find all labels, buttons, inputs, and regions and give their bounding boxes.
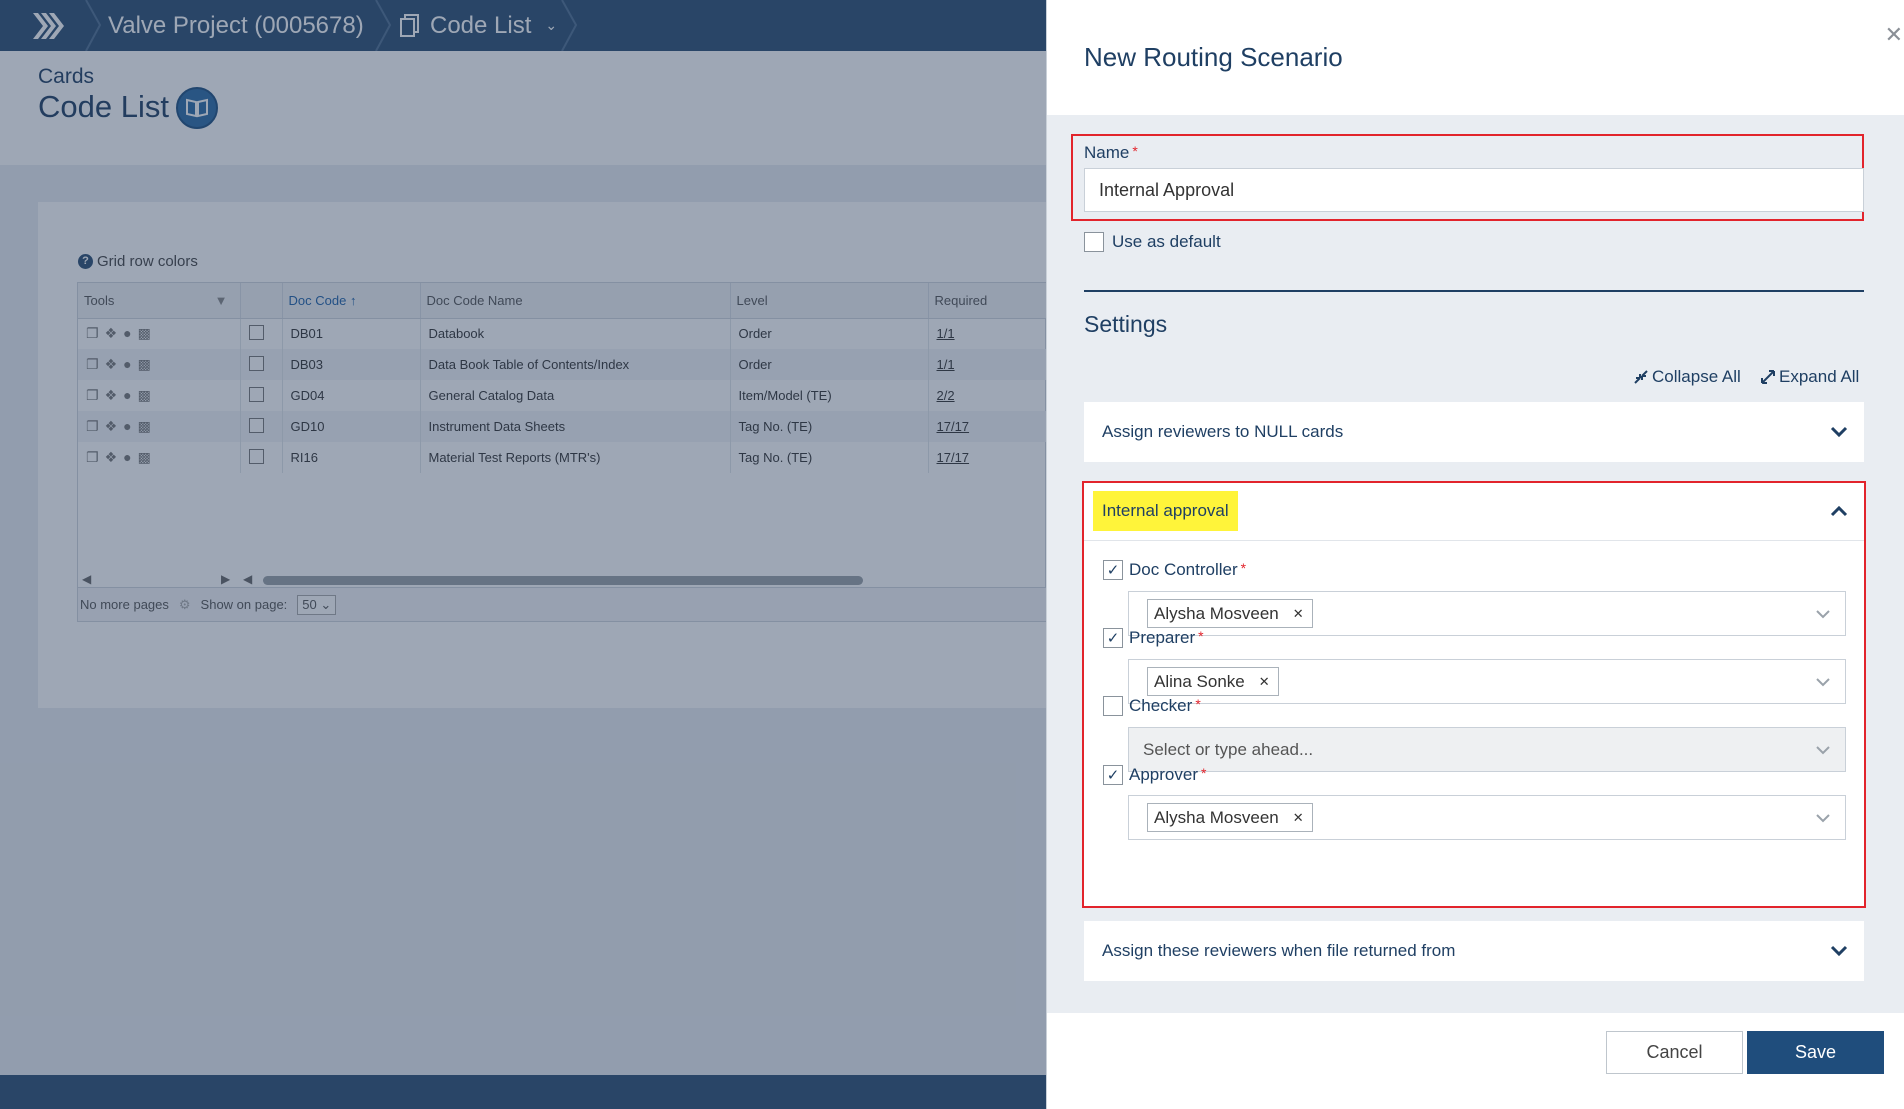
modal-overlay[interactable] — [0, 0, 1046, 1109]
dialog-header: New Routing Scenario ✕ — [1047, 0, 1904, 115]
name-input[interactable] — [1084, 168, 1864, 212]
dialog-body: Name* Use as default Settings Collapse A… — [1047, 115, 1904, 1013]
chevron-down-icon[interactable] — [1828, 420, 1850, 442]
collapse-all-button[interactable]: Collapse All — [1633, 367, 1741, 387]
use-as-default-checkbox[interactable] — [1084, 232, 1104, 252]
chevron-down-icon[interactable] — [1828, 939, 1850, 961]
save-button[interactable]: Save — [1747, 1031, 1884, 1074]
settings-title: Settings — [1084, 311, 1168, 337]
collapse-icon — [1634, 370, 1648, 384]
dialog-footer: Cancel Save — [1047, 1013, 1904, 1109]
section-returned-from: Assign these reviewers when file returne… — [1084, 921, 1864, 981]
section-null-cards-header[interactable]: Assign reviewers to NULL cards — [1084, 402, 1864, 462]
settings-divider — [1084, 290, 1864, 292]
use-as-default-row[interactable]: Use as default — [1084, 232, 1221, 252]
expand-all-button[interactable]: Expand All — [1760, 367, 1859, 387]
section-null-cards-title: Assign reviewers to NULL cards — [1102, 422, 1344, 441]
background-app: Valve Project (0005678) Code List ⌄ Card… — [0, 0, 1046, 1109]
section-returned-from-title: Assign these reviewers when file returne… — [1102, 941, 1456, 960]
use-as-default-label: Use as default — [1112, 232, 1221, 251]
expand-icon — [1761, 370, 1775, 384]
new-routing-scenario-dialog: New Routing Scenario ✕ Name* Use as defa… — [1046, 0, 1904, 1109]
name-label: Name * — [1084, 143, 1138, 162]
internal-approval-annotation-box — [1082, 481, 1866, 908]
dialog-title: New Routing Scenario — [1084, 42, 1343, 72]
required-asterisk: * — [1132, 143, 1138, 159]
section-returned-from-header[interactable]: Assign these reviewers when file returne… — [1084, 921, 1864, 981]
close-icon[interactable]: ✕ — [1885, 22, 1903, 48]
section-null-cards: Assign reviewers to NULL cards — [1084, 402, 1864, 462]
cancel-button[interactable]: Cancel — [1606, 1031, 1743, 1074]
